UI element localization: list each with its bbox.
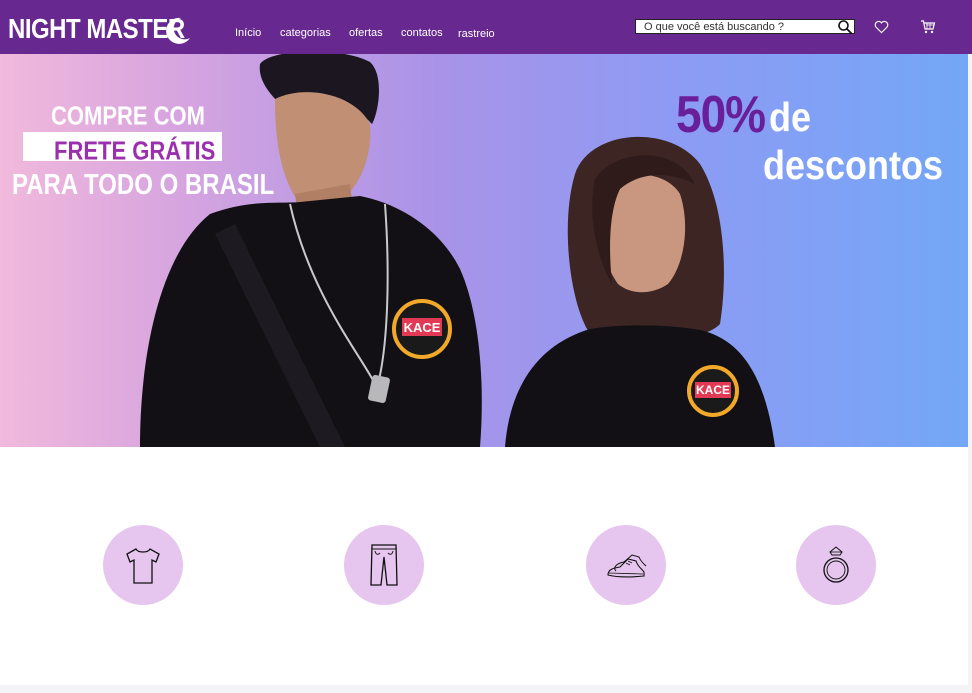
shirt-print-text: KACE: [404, 320, 441, 335]
discount-percent: 50%: [676, 85, 766, 144]
tshirt-icon: [126, 548, 160, 584]
moon-icon: [166, 17, 190, 44]
nav-inicio[interactable]: Início: [235, 27, 261, 39]
search-bar: [635, 19, 855, 35]
search-icon[interactable]: [837, 19, 853, 35]
top-navbar: NIGHT MASTER Início categorias ofertas c…: [0, 0, 972, 54]
model-woman-image: KACE: [505, 136, 775, 447]
category-tshirts[interactable]: [103, 525, 183, 605]
hero-banner[interactable]: KACE KACE COMPRE COM FRETE GRÁTIS PARA T…: [0, 54, 968, 447]
sneakers-icon: [607, 554, 647, 578]
category-rings[interactable]: [796, 525, 876, 605]
logo-text[interactable]: NIGHT MASTER: [8, 14, 185, 46]
discount-word-descontos: descontos: [763, 142, 944, 188]
discount-word-de: de: [769, 94, 812, 140]
category-sneakers[interactable]: [586, 525, 666, 605]
nav-contatos[interactable]: contatos: [401, 27, 443, 39]
ring-icon: [823, 546, 849, 583]
category-pants[interactable]: [344, 525, 424, 605]
promo-line-frete: FRETE GRÁTIS: [54, 136, 216, 166]
search-input[interactable]: [636, 20, 831, 33]
cart-icon[interactable]: [920, 19, 936, 35]
heart-icon[interactable]: [874, 20, 889, 34]
pants-icon: [370, 544, 398, 586]
promo-line-compre: COMPRE COM: [51, 101, 205, 131]
page: NIGHT MASTER Início categorias ofertas c…: [0, 0, 972, 693]
shirt-print-text-2: KACE: [696, 383, 730, 397]
nav-rastreio[interactable]: rastreio: [458, 28, 495, 40]
nav-categorias[interactable]: categorias: [280, 27, 331, 39]
category-section: [0, 447, 968, 685]
promo-line-brasil: PARA TODO O BRASIL: [12, 169, 275, 201]
nav-ofertas[interactable]: ofertas: [349, 27, 383, 39]
